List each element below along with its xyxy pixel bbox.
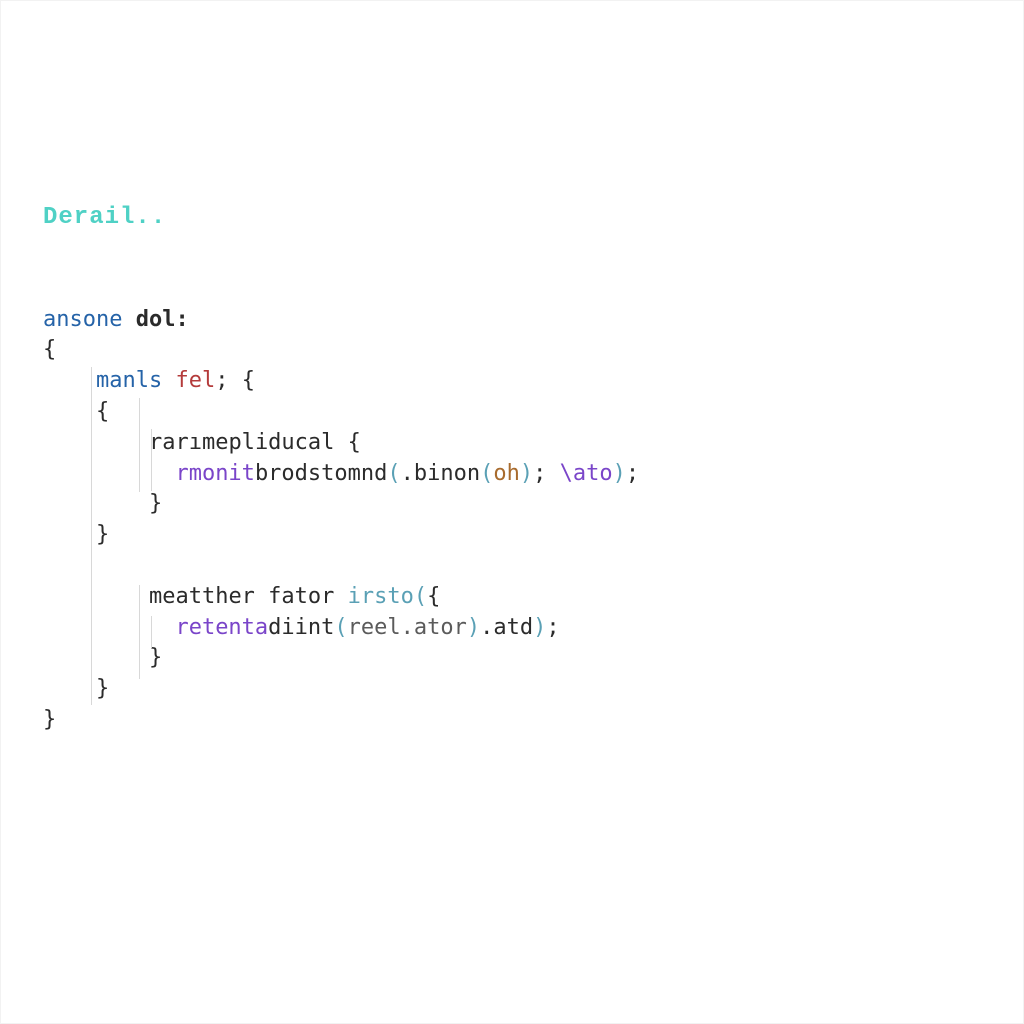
code-token: rmonit: [175, 461, 254, 486]
code-token: }: [96, 522, 109, 547]
code-token: (: [480, 461, 493, 486]
code-token: ): [467, 615, 480, 640]
code-token: irsto: [348, 584, 414, 609]
code-token: ): [613, 461, 626, 486]
code-token: dol:: [122, 307, 188, 332]
code-token: meatther fator: [149, 584, 348, 609]
code-token: brodstomnd: [255, 461, 387, 486]
code-token: {: [43, 337, 56, 362]
code-token: .atd: [480, 615, 533, 640]
code-token: }: [43, 707, 56, 732]
code-token: ): [533, 615, 546, 640]
code-content[interactable]: ansone dol: { manls fel; { { rarımeplidu…: [43, 305, 981, 736]
code-token: ;: [546, 615, 559, 640]
code-token: (: [334, 615, 347, 640]
code-token: iducal {: [255, 430, 361, 455]
code-token: reel.ator: [348, 615, 467, 640]
code-token: ): [520, 461, 533, 486]
code-token: retenta: [175, 615, 268, 640]
code-token: .binon: [401, 461, 480, 486]
code-block: ansone dol: { manls fel; { { rarımeplidu…: [43, 305, 981, 736]
code-token: ; {: [215, 368, 255, 393]
code-token: }: [96, 676, 109, 701]
code-token: ;: [533, 461, 560, 486]
code-token: fel: [162, 368, 215, 393]
code-token: (: [387, 461, 400, 486]
code-token: manls: [96, 368, 162, 393]
code-token: }: [149, 645, 162, 670]
code-token: (: [414, 584, 427, 609]
code-token: {: [96, 399, 109, 424]
code-token: ansone: [43, 307, 122, 332]
code-token: diint: [268, 615, 334, 640]
code-token: {: [427, 584, 440, 609]
section-title: Derail..: [43, 201, 981, 235]
code-token: }: [149, 491, 162, 516]
code-token: \ato: [560, 461, 613, 486]
code-editor[interactable]: { "title": "Derail..", "code": { "l1_kw"…: [1, 1, 1023, 776]
code-token: ;: [626, 461, 639, 486]
code-token: rarımepl: [149, 430, 255, 455]
code-token: oh: [493, 461, 520, 486]
